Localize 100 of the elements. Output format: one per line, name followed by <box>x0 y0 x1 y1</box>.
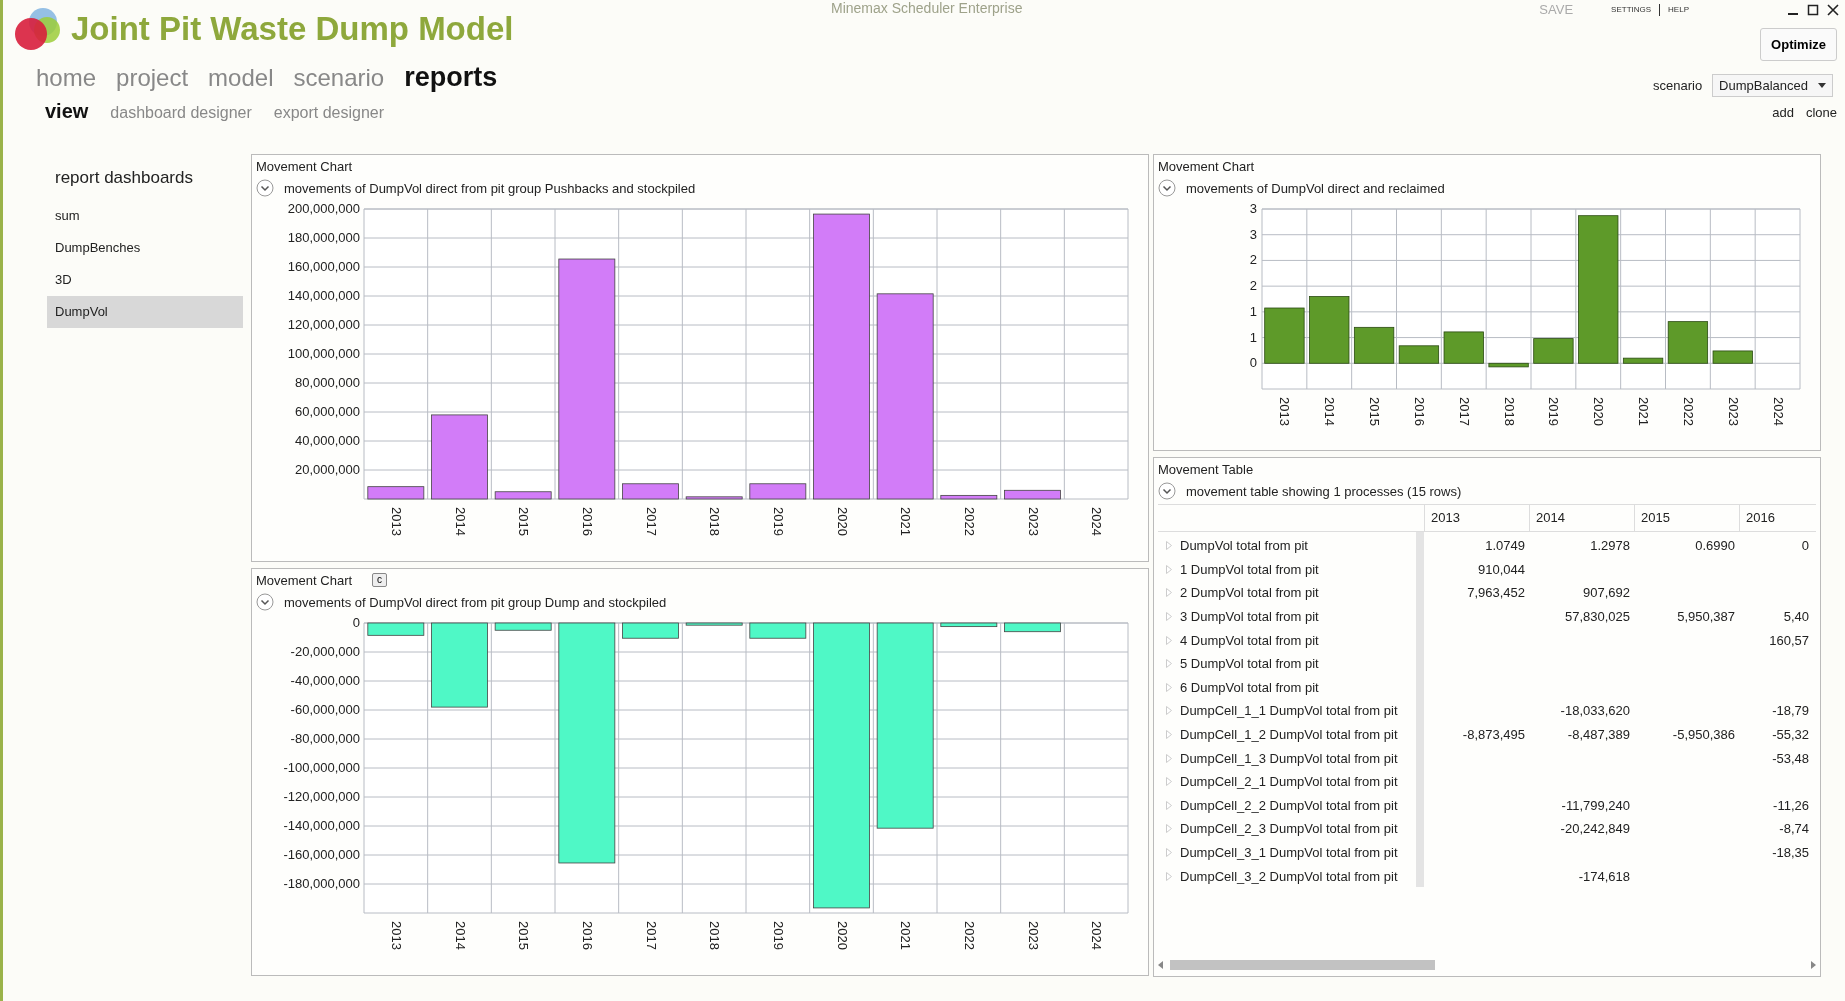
collapse-icon[interactable] <box>1158 179 1176 197</box>
x-axis-label: 2014 <box>1322 397 1338 426</box>
table-cell: -174,618 <box>1578 868 1630 884</box>
table-subtitle: movement table showing 1 processes (15 rows) <box>1186 483 1462 499</box>
chart-subtitle: movements of DumpVol direct from pit group Pushbacks and stockpiled <box>284 180 696 196</box>
expand-icon[interactable] <box>1166 706 1172 716</box>
expand-icon[interactable] <box>1166 871 1172 881</box>
table-cell: -8,74 <box>1779 821 1809 837</box>
x-axis-label: 2017 <box>643 921 659 950</box>
sidebar-item[interactable]: sum <box>47 200 243 232</box>
expand-icon[interactable] <box>1166 635 1172 645</box>
y-axis-label: -100,000,000 <box>283 760 360 775</box>
table-cell: -18,35 <box>1772 845 1809 860</box>
table-cell: -55,32 <box>1772 727 1809 743</box>
expand-icon[interactable] <box>1166 682 1172 692</box>
row-label: DumpVol total from pit <box>1180 538 1308 554</box>
expand-icon[interactable] <box>1166 612 1172 622</box>
chart-subtitle: movements of DumpVol direct from pit group Dump and stockpiled <box>284 594 667 610</box>
scroll-right-icon[interactable] <box>1810 961 1816 969</box>
column-splitter[interactable] <box>1416 532 1424 887</box>
y-axis-label: 0 <box>1249 355 1257 371</box>
x-axis-label: 2022 <box>961 921 977 950</box>
x-axis-label: 2024 <box>1089 921 1105 950</box>
table-cell: 0 <box>1801 538 1809 554</box>
table-cell: 7,963,452 <box>1467 585 1525 601</box>
y-axis-label: 140,000,000 <box>287 288 360 303</box>
x-axis-label: 2021 <box>1636 397 1652 426</box>
x-axis-label: 2024 <box>1089 507 1105 536</box>
chart-bar <box>494 491 552 500</box>
sidebar-item[interactable]: DumpVol <box>47 296 243 328</box>
chart-bar <box>940 622 998 628</box>
x-axis-label: 2019 <box>770 507 786 536</box>
y-axis-label: 40,000,000 <box>294 433 360 448</box>
chart-bar <box>1443 331 1484 364</box>
help-link[interactable]: HELP <box>1668 5 1689 14</box>
expand-icon[interactable] <box>1166 824 1172 834</box>
table-cell: 910,044 <box>1478 561 1525 577</box>
x-axis-label: 2024 <box>1770 397 1786 426</box>
sidebar-item[interactable]: DumpBenches <box>47 232 243 264</box>
y-axis-label: 200,000,000 <box>287 201 360 216</box>
maximize-icon[interactable] <box>1807 3 1819 16</box>
expand-icon[interactable] <box>1166 659 1172 669</box>
scenario-dropdown[interactable]: DumpBalanced <box>1712 74 1833 97</box>
x-axis-label: 2022 <box>1680 397 1696 426</box>
y-axis-label: 1 <box>1249 329 1257 345</box>
sub-tab[interactable]: dashboard designer <box>110 104 252 122</box>
y-axis-label: 100,000,000 <box>287 346 360 361</box>
scroll-left-icon[interactable] <box>1158 961 1164 969</box>
expand-icon[interactable] <box>1166 848 1172 857</box>
y-axis-label: 80,000,000 <box>294 375 360 390</box>
expand-icon[interactable] <box>1166 777 1172 787</box>
table-cell: -20,242,849 <box>1560 821 1630 837</box>
x-axis-label: 2018 <box>1501 397 1517 426</box>
row-label: DumpCell_3_1 DumpVol total from pit <box>1180 845 1398 860</box>
collapse-icon[interactable] <box>256 179 274 197</box>
sidebar-item[interactable]: 3D <box>47 264 243 296</box>
column-header: 2016 <box>1739 505 1809 531</box>
chart-bar <box>749 622 807 639</box>
chart-option-button[interactable]: c <box>372 573 388 587</box>
chart-bar <box>494 622 552 631</box>
x-axis-label: 2015 <box>516 507 532 536</box>
chart-bar <box>1004 489 1061 500</box>
optimize-button[interactable]: Optimize <box>1760 28 1837 61</box>
chart-bar <box>1712 350 1753 364</box>
collapse-icon[interactable] <box>256 593 274 611</box>
chart-bar <box>622 622 679 639</box>
nav-tab[interactable]: reports <box>404 62 498 93</box>
expand-icon[interactable] <box>1166 730 1172 740</box>
table-cell: -53,48 <box>1772 750 1809 766</box>
caret-icon <box>1818 83 1826 88</box>
x-axis-label: 2017 <box>1456 397 1472 426</box>
panel-title: Movement Chart <box>256 572 353 588</box>
expand-icon[interactable] <box>1166 753 1172 763</box>
row-label: DumpCell_1_2 DumpVol total from pit <box>1180 727 1398 743</box>
x-axis-label: 2016 <box>1411 397 1427 426</box>
x-axis-label: 2020 <box>834 507 850 536</box>
expand-icon[interactable] <box>1166 564 1172 574</box>
table-cell: 907,692 <box>1583 585 1630 601</box>
y-axis-label: -60,000,000 <box>290 702 360 717</box>
x-axis-label: 2023 <box>1725 397 1741 426</box>
panel-title: Movement Chart <box>1158 158 1255 174</box>
sub-tab[interactable]: export designer <box>273 104 385 122</box>
settings-link[interactable]: SETTINGS <box>1611 5 1652 14</box>
panel-title: Movement Chart <box>256 158 353 174</box>
product-name: Minemax Scheduler Enterprise <box>831 0 1023 16</box>
collapse-icon[interactable] <box>1158 482 1176 500</box>
y-axis-label: 160,000,000 <box>287 259 360 274</box>
table-cell: 160,57 <box>1769 632 1809 648</box>
chart-bar <box>1353 326 1395 364</box>
close-icon[interactable] <box>1827 3 1839 16</box>
scrollbar-thumb[interactable] <box>1170 960 1435 970</box>
expand-icon[interactable] <box>1166 800 1172 810</box>
y-axis-label: -80,000,000 <box>290 731 360 746</box>
y-axis-label: 120,000,000 <box>287 317 360 332</box>
expand-icon[interactable] <box>1166 588 1172 598</box>
sub-tab[interactable]: view <box>45 100 89 123</box>
expand-icon[interactable] <box>1166 541 1172 551</box>
scenario-action-link[interactable]: clone <box>1805 105 1837 120</box>
scenario-action-link[interactable]: add <box>1772 105 1794 120</box>
table-cell: -11,799,240 <box>1561 797 1630 813</box>
